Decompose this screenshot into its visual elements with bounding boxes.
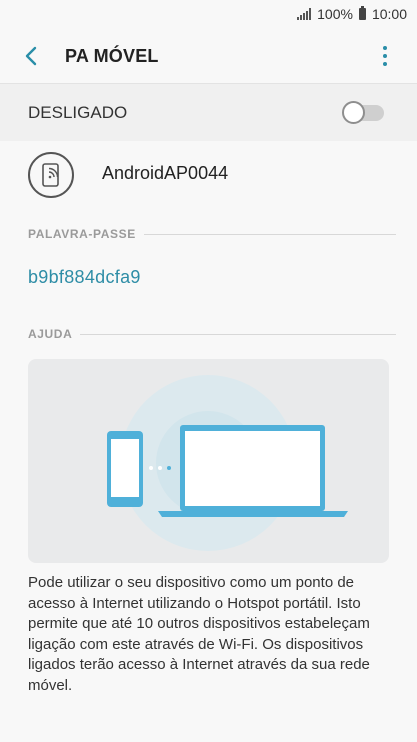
help-header-label: AJUDA (28, 327, 73, 341)
help-description: Pode utilizar o seu dispositivo como um … (28, 574, 370, 694)
phone-icon (107, 431, 143, 507)
more-options-button[interactable] (377, 44, 393, 68)
more-vertical-icon (383, 46, 387, 50)
hotspot-toggle[interactable] (342, 101, 386, 124)
hotspot-switch-row[interactable]: DESLIGADO (0, 83, 417, 141)
page-title: PA MÓVEL (65, 46, 159, 66)
divider (80, 333, 396, 335)
password-value[interactable]: b9bf884dcfa9 (28, 267, 141, 288)
back-button[interactable] (18, 42, 46, 70)
hotspot-switch-label: DESLIGADO (28, 103, 128, 122)
password-header-label: PALAVRA-PASSE (28, 227, 136, 241)
toggle-knob (342, 101, 365, 124)
status-indicators: 100% 10:00 (297, 6, 407, 22)
battery-percent: 100% (317, 6, 353, 22)
battery-icon (358, 6, 366, 20)
hotspot-illustration (28, 359, 389, 563)
status-bar: 100% 10:00 (0, 0, 417, 30)
laptop-icon (158, 425, 348, 517)
phone-to-laptop-hotspot-illustration (107, 375, 348, 551)
password-section-header: PALAVRA-PASSE (28, 226, 396, 242)
divider (143, 233, 396, 235)
clock: 10:00 (371, 6, 407, 22)
phone-hotspot-icon (28, 152, 74, 198)
help-section-header: AJUDA (28, 326, 396, 342)
network-name-row[interactable]: AndroidAP0044 (0, 141, 417, 209)
app-bar: PA MÓVEL (0, 30, 417, 82)
network-name: AndroidAP0044 (102, 163, 229, 183)
chevron-left-icon (25, 46, 37, 66)
connection-dots-icon (149, 466, 171, 470)
signal-icon (297, 8, 312, 20)
